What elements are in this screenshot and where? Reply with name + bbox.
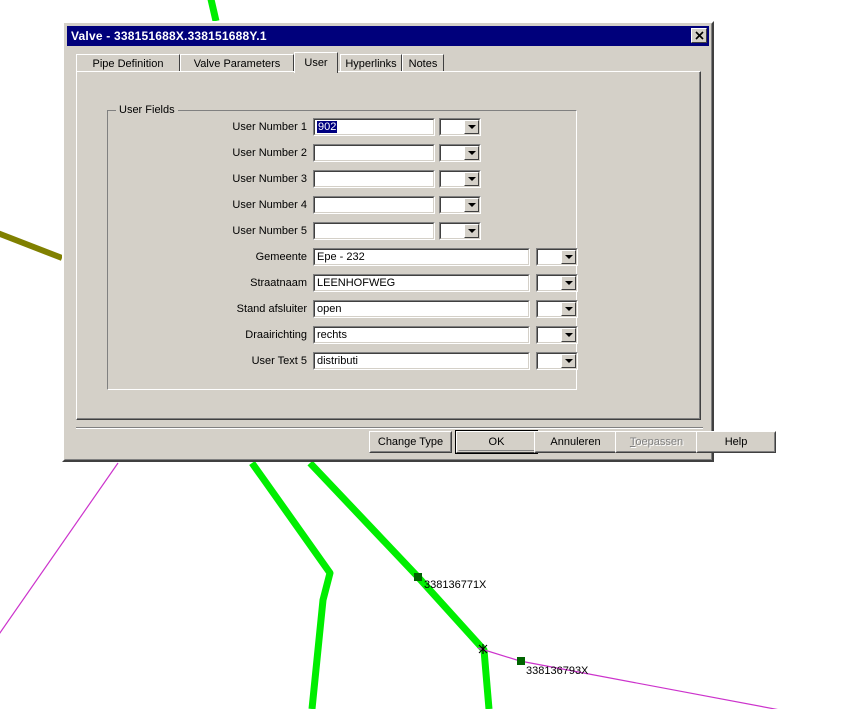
button-label: Change Type <box>377 436 444 448</box>
user-number-4-combo[interactable] <box>439 196 481 214</box>
field-label: Stand afsluiter <box>236 303 307 315</box>
node-marker-338136793x[interactable] <box>517 657 525 665</box>
button-label: Toepassen <box>629 436 684 448</box>
field-label: User Number 4 <box>232 199 307 211</box>
field-label: User Text 5 <box>251 355 307 367</box>
draairichting-combo[interactable] <box>536 326 578 344</box>
button-label: Annuleren <box>550 436 601 448</box>
field-label: Straatnaam <box>250 277 307 289</box>
user-number-5-input[interactable] <box>313 222 435 240</box>
input-value: Epe - 232 <box>317 251 365 263</box>
node-marker-338136771x[interactable] <box>414 573 422 581</box>
chevron-down-icon[interactable] <box>561 354 576 368</box>
field-row-draairichting: Draairichting rechts <box>197 325 617 345</box>
tab-valve-parameters[interactable]: Valve Parameters <box>180 54 294 72</box>
dialog-title: Valve - 338151688X.338151688Y.1 <box>71 29 267 43</box>
gemeente-combo[interactable] <box>536 248 578 266</box>
user-number-3-input[interactable] <box>313 170 435 188</box>
field-label: User Number 3 <box>232 173 307 185</box>
tab-label: Notes <box>408 57 438 70</box>
field-label: User Number 5 <box>232 225 307 237</box>
map-label-node-1: 338136771X <box>424 579 487 591</box>
field-row-straatnaam: Straatnaam LEENHOFWEG <box>197 273 617 293</box>
chevron-down-icon[interactable] <box>561 276 576 290</box>
field-row-user-number-5: User Number 5 <box>197 221 567 241</box>
tab-hyperlinks[interactable]: Hyperlinks <box>340 54 402 72</box>
map-label-node-2: 338136793X <box>526 665 589 677</box>
tab-user[interactable]: User <box>294 52 338 73</box>
gemeente-input[interactable]: Epe - 232 <box>313 248 530 266</box>
field-row-user-text-5: User Text 5 distributi <box>197 351 617 371</box>
straatnaam-combo[interactable] <box>536 274 578 292</box>
straatnaam-input[interactable]: LEENHOFWEG <box>313 274 530 292</box>
input-value: open <box>317 303 342 315</box>
stand-afsluiter-combo[interactable] <box>536 300 578 318</box>
draairichting-input[interactable]: rechts <box>313 326 530 344</box>
field-row-user-number-4: User Number 4 <box>197 195 567 215</box>
tab-page-user: User Fields User Number 1 902 User Numbe… <box>76 71 701 420</box>
field-row-user-number-3: User Number 3 <box>197 169 567 189</box>
input-value: LEENHOFWEG <box>317 277 396 289</box>
tab-strip[interactable]: Pipe Definition Valve Parameters User Hy… <box>76 51 701 73</box>
apply-button[interactable]: Toepassen <box>615 431 698 453</box>
tab-label: Hyperlinks <box>345 57 397 70</box>
user-number-2-combo[interactable] <box>439 144 481 162</box>
stand-afsluiter-input[interactable]: open <box>313 300 530 318</box>
valve-properties-dialog[interactable]: Valve - 338151688X.338151688Y.1 Pipe Def… <box>62 21 776 462</box>
cancel-button[interactable]: Annuleren <box>534 431 617 453</box>
help-button[interactable]: Help <box>696 431 776 453</box>
button-label: Help <box>724 436 748 448</box>
tab-notes[interactable]: Notes <box>402 54 444 72</box>
chevron-down-icon[interactable] <box>464 224 479 238</box>
chevron-down-icon[interactable] <box>464 172 479 186</box>
close-icon[interactable] <box>691 28 707 43</box>
field-row-user-number-2: User Number 2 <box>197 143 567 163</box>
change-type-button[interactable]: Change Type <box>369 431 452 453</box>
field-label: User Number 1 <box>232 121 307 133</box>
user-text-5-input[interactable]: distributi <box>313 352 530 370</box>
chevron-down-icon[interactable] <box>464 198 479 212</box>
button-row-separator <box>76 427 703 429</box>
tab-label: Valve Parameters <box>193 57 281 70</box>
ok-button[interactable]: OK <box>455 430 538 454</box>
field-label: User Number 2 <box>232 147 307 159</box>
user-number-3-combo[interactable] <box>439 170 481 188</box>
user-number-1-combo[interactable] <box>439 118 481 136</box>
button-label: OK <box>488 436 505 448</box>
tab-pipe-definition[interactable]: Pipe Definition <box>76 54 180 72</box>
dialog-titlebar[interactable]: Valve - 338151688X.338151688Y.1 <box>67 26 709 46</box>
user-text-5-combo[interactable] <box>536 352 578 370</box>
field-label: Gemeente <box>255 251 307 263</box>
user-number-5-combo[interactable] <box>439 222 481 240</box>
chevron-down-icon[interactable] <box>561 302 576 316</box>
user-number-1-input[interactable]: 902 <box>313 118 435 136</box>
user-number-4-input[interactable] <box>313 196 435 214</box>
input-value: distributi <box>317 355 358 367</box>
field-label: Draairichting <box>245 329 307 341</box>
tab-label: Pipe Definition <box>92 57 164 70</box>
groupbox-title: User Fields <box>116 104 178 116</box>
chevron-down-icon[interactable] <box>561 250 576 264</box>
chevron-down-icon[interactable] <box>464 120 479 134</box>
user-number-2-input[interactable] <box>313 144 435 162</box>
input-value: rechts <box>317 329 347 341</box>
chevron-down-icon[interactable] <box>464 146 479 160</box>
chevron-down-icon[interactable] <box>561 328 576 342</box>
field-row-user-number-1: User Number 1 902 <box>197 117 567 137</box>
field-row-gemeente: Gemeente Epe - 232 <box>197 247 617 267</box>
tab-label: User <box>304 57 328 69</box>
input-value: 902 <box>317 121 338 133</box>
dialog-button-row: Change Type OK Annuleren Toepassen Help <box>64 430 776 454</box>
field-row-stand-afsluiter: Stand afsluiter open <box>197 299 617 319</box>
